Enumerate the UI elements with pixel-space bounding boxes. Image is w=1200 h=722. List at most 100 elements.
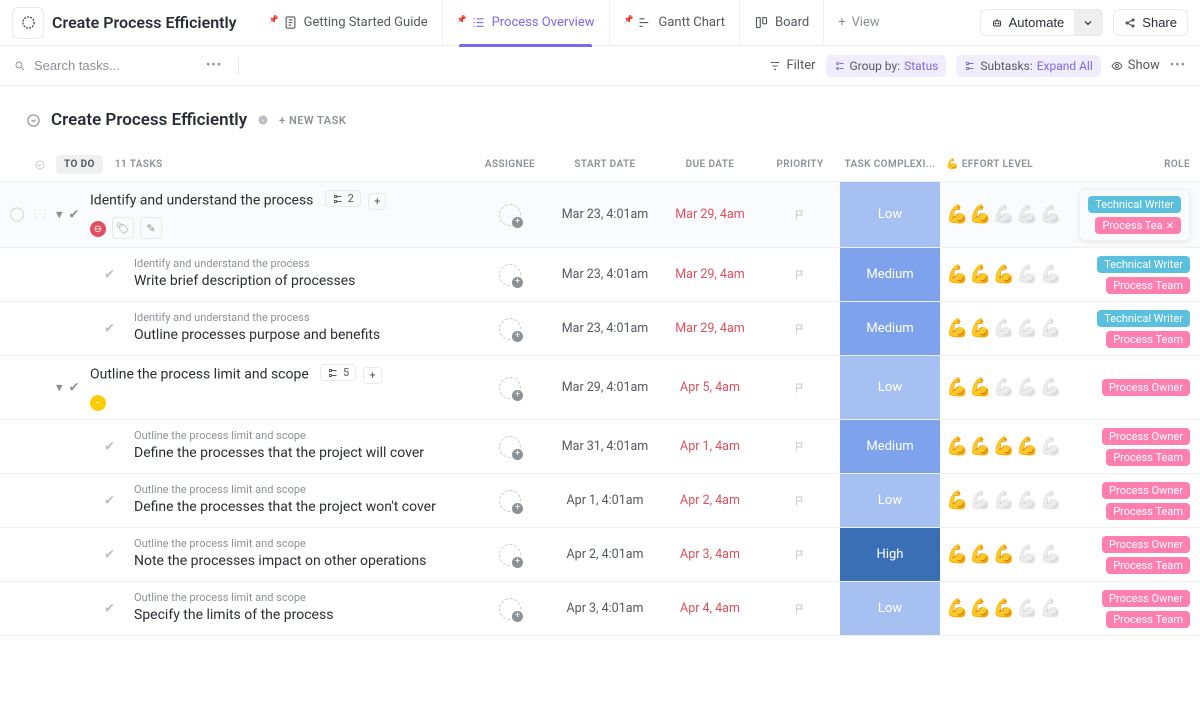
task-title[interactable]: Write brief description of processes (134, 272, 460, 292)
assignee-placeholder-icon[interactable] (499, 544, 521, 566)
cell-role[interactable]: Process Owner Process Team (1080, 536, 1200, 574)
assignee-placeholder-icon[interactable] (499, 377, 521, 399)
tab-add-view[interactable]: + View (823, 0, 894, 46)
info-icon[interactable] (257, 114, 269, 126)
task-title[interactable]: Outline the process limit and scope (90, 367, 309, 383)
chevron-down-icon[interactable]: ▾ (56, 207, 63, 222)
cell-due-date[interactable]: Apr 2, 4am (660, 493, 760, 508)
cell-effort[interactable]: 💪💪💪💪💪 (940, 490, 1080, 511)
col-due[interactable]: DUE DATE (660, 159, 760, 170)
cell-complexity[interactable]: Medium (840, 420, 940, 473)
task-title[interactable]: Define the processes that the project wo… (134, 498, 460, 518)
cell-effort[interactable]: 💪💪💪💪💪 (940, 436, 1080, 457)
assignee-placeholder-icon[interactable] (499, 318, 521, 340)
cell-complexity[interactable]: High (840, 528, 940, 581)
edit-button[interactable]: ✎ (140, 217, 162, 239)
tab-gantt[interactable]: 📌 Gantt Chart (609, 0, 739, 46)
search-input[interactable] (34, 58, 194, 73)
cell-assignee[interactable] (470, 318, 550, 340)
check-icon[interactable]: ✔ (104, 267, 115, 282)
toolbar-more-icon[interactable]: ••• (1170, 58, 1186, 73)
cell-effort[interactable]: 💪💪💪💪💪 (940, 377, 1080, 398)
chevron-down-icon[interactable]: ▾ (56, 380, 63, 395)
cell-role[interactable]: Technical WriterProcess Tea✕ (1080, 189, 1200, 241)
task-title[interactable]: Specify the limits of the process (134, 606, 460, 626)
cell-priority[interactable] (760, 603, 840, 615)
add-subtask-button[interactable]: + (363, 367, 381, 384)
col-effort[interactable]: 💪 EFFORT LEVEL (940, 159, 1080, 170)
doc-title[interactable]: Create Process Efficiently (52, 13, 237, 32)
cell-due-date[interactable]: Mar 29, 4am (660, 321, 760, 336)
check-icon[interactable]: ✔ (104, 601, 115, 616)
role-tag[interactable]: Process Owner (1102, 379, 1190, 396)
cell-role[interactable]: Process Owner (1080, 379, 1200, 396)
cell-complexity[interactable]: Low (840, 182, 940, 247)
subtasks-chip[interactable]: Subtasks: Expand All (956, 55, 1100, 77)
share-button[interactable]: Share (1113, 9, 1188, 36)
cell-due-date[interactable]: Apr 1, 4am (660, 439, 760, 454)
groupby-chip[interactable]: Group by: Status (826, 55, 947, 77)
select-circle[interactable] (10, 208, 24, 222)
task-row[interactable]: ⋮⋮ ▾ ✔ Identify and understand the proce… (0, 182, 1200, 248)
cell-due-date[interactable]: Apr 5, 4am (660, 380, 760, 395)
cell-start-date[interactable]: Apr 1, 4:01am (550, 493, 660, 508)
automate-button[interactable]: Automate (980, 9, 1076, 36)
role-tag[interactable]: Process Team (1106, 557, 1190, 574)
cell-complexity[interactable]: Medium (840, 302, 940, 355)
check-icon[interactable]: ✔ (104, 547, 115, 562)
add-subtask-button[interactable]: + (368, 193, 386, 210)
role-tag[interactable]: Process Team (1106, 611, 1190, 628)
cell-assignee[interactable] (470, 490, 550, 512)
select-all-icon[interactable] (34, 159, 46, 171)
subtask-count-badge[interactable]: 5 (320, 364, 356, 381)
col-assignee[interactable]: ASSIGNEE (470, 159, 550, 170)
new-task-button[interactable]: + NEW TASK (279, 114, 346, 127)
cell-priority[interactable] (760, 495, 840, 507)
cell-due-date[interactable]: Apr 4, 4am (660, 601, 760, 616)
cell-start-date[interactable]: Apr 3, 4:01am (550, 601, 660, 616)
close-icon[interactable]: ✕ (1166, 221, 1174, 232)
cell-role[interactable]: Technical WriterProcess Team (1080, 256, 1200, 294)
doc-home-icon[interactable] (12, 7, 44, 39)
task-title[interactable]: Note the processes impact on other opera… (134, 552, 460, 572)
cell-effort[interactable]: 💪💪💪💪💪 (940, 544, 1080, 565)
cell-assignee[interactable] (470, 204, 550, 226)
cell-priority[interactable] (760, 549, 840, 561)
cell-complexity[interactable]: Low (840, 474, 940, 527)
tab-board[interactable]: Board (739, 0, 823, 46)
cell-role[interactable]: Process OwnerProcess Team (1080, 428, 1200, 466)
role-tag[interactable]: Process Team (1106, 503, 1190, 520)
cell-assignee[interactable] (470, 264, 550, 286)
status-dot[interactable]: ⊖ (90, 221, 106, 237)
cell-assignee[interactable] (470, 598, 550, 620)
role-tag[interactable]: Process Tea✕ (1095, 217, 1181, 234)
role-tag[interactable]: Process Owner (1102, 482, 1190, 499)
check-icon[interactable]: ✔ (104, 439, 115, 454)
cell-start-date[interactable]: Mar 23, 4:01am (550, 207, 660, 222)
role-tag[interactable]: Process Team (1106, 331, 1190, 348)
assignee-placeholder-icon[interactable] (499, 204, 521, 226)
cell-start-date[interactable]: Apr 2, 4:01am (550, 547, 660, 562)
assignee-placeholder-icon[interactable] (499, 598, 521, 620)
cell-priority[interactable] (760, 209, 840, 221)
filter-button[interactable]: Filter (769, 58, 815, 73)
assignee-placeholder-icon[interactable] (499, 490, 521, 512)
status-pill[interactable]: TO DO (56, 155, 103, 174)
cell-complexity[interactable]: Low (840, 582, 940, 635)
role-tag[interactable]: Technical Writer (1097, 256, 1190, 273)
task-title[interactable]: Identify and understand the process (90, 193, 313, 209)
cell-complexity[interactable]: Low (840, 356, 940, 419)
cell-role[interactable]: Technical Writer Process Team (1080, 310, 1200, 348)
cell-priority[interactable] (760, 323, 840, 335)
role-tag[interactable]: Process Team (1106, 449, 1190, 466)
role-tag[interactable]: Technical Writer (1097, 310, 1190, 327)
task-title[interactable]: Define the processes that the project wi… (134, 444, 460, 464)
role-tag[interactable]: Process Owner (1102, 536, 1190, 553)
cell-effort[interactable]: 💪💪💪💪💪 (940, 264, 1080, 285)
cell-start-date[interactable]: Mar 23, 4:01am (550, 321, 660, 336)
cell-priority[interactable] (760, 382, 840, 394)
cell-assignee[interactable] (470, 436, 550, 458)
cell-start-date[interactable]: Mar 23, 4:01am (550, 267, 660, 282)
subtask-count-badge[interactable]: 2 (325, 190, 361, 207)
cell-effort[interactable]: 💪💪💪💪💪 (940, 598, 1080, 619)
